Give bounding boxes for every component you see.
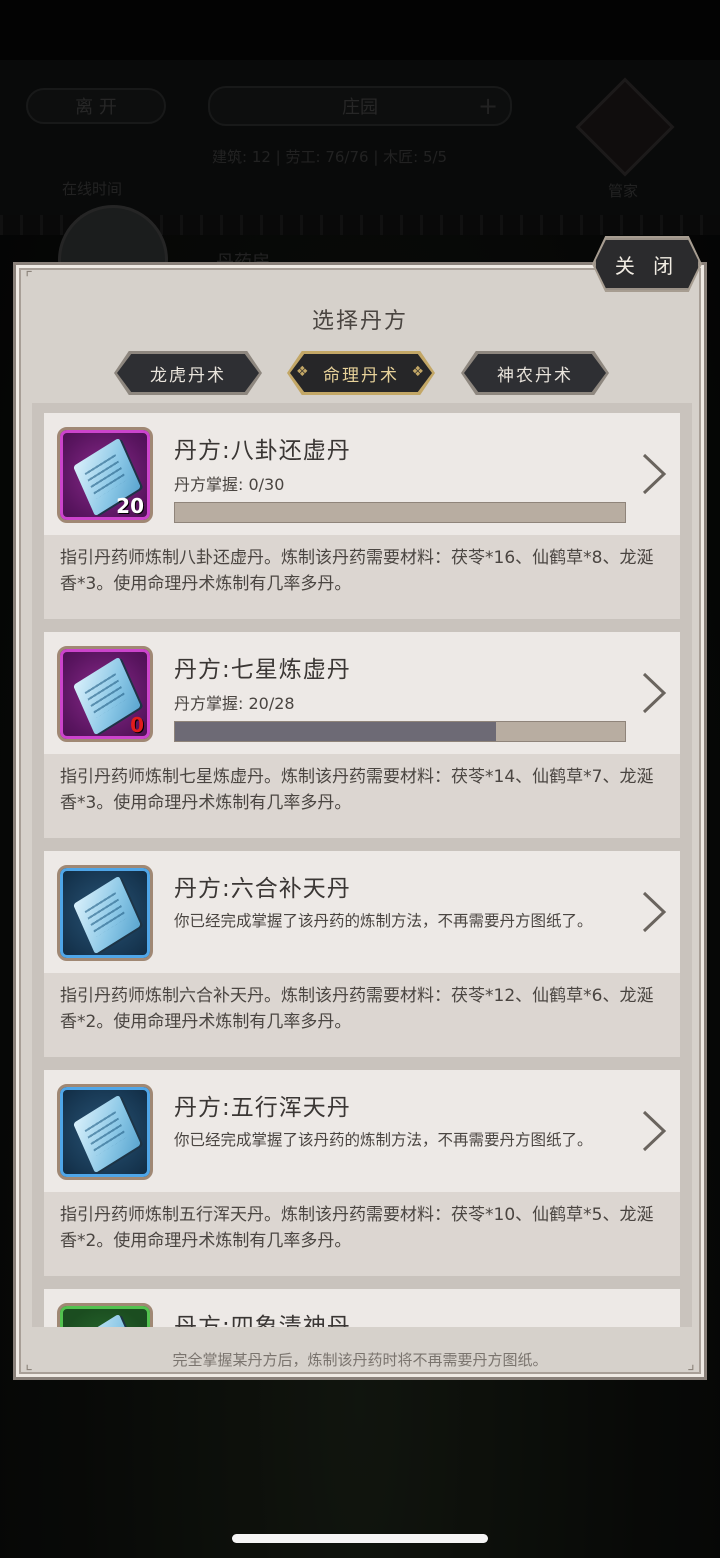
recipe-card[interactable]: 丹方:四象清神丹	[44, 1289, 680, 1327]
recipe-name: 丹方:五行浑天丹	[174, 1095, 351, 1121]
recipe-description: 指引丹药师炼制五行浑天丹。炼制该丹药需要材料：茯苓*10、仙鹤草*5、龙涎香*2…	[60, 1205, 654, 1251]
recipe-scroll-icon: 20	[57, 427, 153, 523]
recipe-card[interactable]: 0 丹方:七星炼虚丹 丹方掌握: 20/28 指引丹药师炼制七星炼虚丹。炼制该丹…	[44, 632, 680, 838]
dialog-title: 选择丹方	[311, 309, 408, 334]
recipe-card-header: 0 丹方:七星炼虚丹 丹方掌握: 20/28	[44, 632, 680, 754]
item-count: 0	[130, 713, 144, 737]
recipe-desc-area: 指引丹药师炼制五行浑天丹。炼制该丹药需要材料：茯苓*10、仙鹤草*5、龙涎香*2…	[44, 1192, 680, 1276]
recipe-card-header: 20 丹方:八卦还虚丹 丹方掌握: 0/30	[44, 413, 680, 535]
recipe-name: 丹方:八卦还虚丹	[174, 438, 351, 464]
mastery-label: 丹方掌握: 20/28	[174, 694, 295, 713]
recipe-dialog: ⌜ ⌞ ⌟ 选择丹方 龙虎丹术 命理丹术 神农丹术 20 丹方:八卦还虚丹 丹方…	[13, 262, 707, 1380]
mastery-progress-fill	[175, 722, 497, 741]
mastery-label: 丹方掌握: 0/30	[174, 475, 285, 494]
chevron-right-icon[interactable]	[640, 1108, 668, 1154]
skill-tabs: 龙虎丹术 命理丹术 神农丹术	[16, 351, 704, 395]
chevron-right-icon[interactable]	[640, 889, 668, 935]
recipe-scroll-icon	[57, 1084, 153, 1180]
recipe-scroll-icon	[57, 865, 153, 961]
recipe-scroll-icon: 0	[57, 646, 153, 742]
recipe-desc-area: 指引丹药师炼制六合补天丹。炼制该丹药需要材料：茯苓*12、仙鹤草*6、龙涎香*2…	[44, 973, 680, 1057]
recipe-desc-area: 指引丹药师炼制七星炼虚丹。炼制该丹药需要材料：茯苓*14、仙鹤草*7、龙涎香*3…	[44, 754, 680, 838]
scroll-icon	[73, 1094, 141, 1174]
recipe-description: 指引丹药师炼制八卦还虚丹。炼制该丹药需要材料：茯苓*16、仙鹤草*8、龙涎香*3…	[60, 548, 654, 594]
recipe-name: 丹方:七星炼虚丹	[174, 657, 351, 683]
home-indicator[interactable]	[232, 1534, 488, 1543]
recipe-card[interactable]: 20 丹方:八卦还虚丹 丹方掌握: 0/30 指引丹药师炼制八卦还虚丹。炼制该丹…	[44, 413, 680, 619]
footer-note: 完全掌握某丹方后，炼制该丹药时将不再需要丹方图纸。	[172, 1351, 548, 1369]
close-button-label: 关 闭	[614, 253, 680, 278]
scroll-icon	[73, 1313, 141, 1327]
tab-label: 命理丹术	[290, 354, 432, 392]
scroll-icon	[73, 875, 141, 955]
mastery-progress-bar	[174, 721, 626, 742]
corner-ornament-icon: ⌜	[25, 268, 33, 287]
chevron-right-icon[interactable]	[640, 451, 668, 497]
tab-shennong[interactable]: 神农丹术	[461, 351, 609, 395]
mastery-progress-bar	[174, 502, 626, 523]
tab-mingli[interactable]: 命理丹术	[287, 351, 435, 395]
recipe-scroll-icon	[57, 1303, 153, 1327]
recipe-description: 指引丹药师炼制七星炼虚丹。炼制该丹药需要材料：茯苓*14、仙鹤草*7、龙涎香*3…	[60, 767, 654, 813]
recipe-card[interactable]: 丹方:六合补天丹 你已经完成掌握了该丹药的炼制方法，不再需要丹方图纸了。 指引丹…	[44, 851, 680, 1057]
tab-longhu[interactable]: 龙虎丹术	[114, 351, 262, 395]
recipe-name: 丹方:四象清神丹	[174, 1314, 351, 1327]
recipe-card-header: 丹方:四象清神丹	[44, 1289, 680, 1327]
recipe-desc-area: 指引丹药师炼制八卦还虚丹。炼制该丹药需要材料：茯苓*16、仙鹤草*8、龙涎香*3…	[44, 535, 680, 619]
recipe-list[interactable]: 20 丹方:八卦还虚丹 丹方掌握: 0/30 指引丹药师炼制八卦还虚丹。炼制该丹…	[32, 403, 692, 1327]
recipe-description: 指引丹药师炼制六合补天丹。炼制该丹药需要材料：茯苓*12、仙鹤草*6、龙涎香*2…	[60, 986, 654, 1032]
recipe-card-header: 丹方:五行浑天丹 你已经完成掌握了该丹药的炼制方法，不再需要丹方图纸了。	[44, 1070, 680, 1192]
item-count: 20	[116, 494, 144, 518]
chevron-right-icon[interactable]	[640, 670, 668, 716]
close-button[interactable]: 关 闭	[594, 238, 700, 290]
tab-label: 龙虎丹术	[117, 354, 259, 392]
recipe-name: 丹方:六合补天丹	[174, 876, 351, 902]
mastered-note: 你已经完成掌握了该丹药的炼制方法，不再需要丹方图纸了。	[174, 1131, 593, 1149]
tab-label: 神农丹术	[464, 354, 606, 392]
mastered-note: 你已经完成掌握了该丹药的炼制方法，不再需要丹方图纸了。	[174, 912, 593, 930]
recipe-card[interactable]: 丹方:五行浑天丹 你已经完成掌握了该丹药的炼制方法，不再需要丹方图纸了。 指引丹…	[44, 1070, 680, 1276]
recipe-card-header: 丹方:六合补天丹 你已经完成掌握了该丹药的炼制方法，不再需要丹方图纸了。	[44, 851, 680, 973]
